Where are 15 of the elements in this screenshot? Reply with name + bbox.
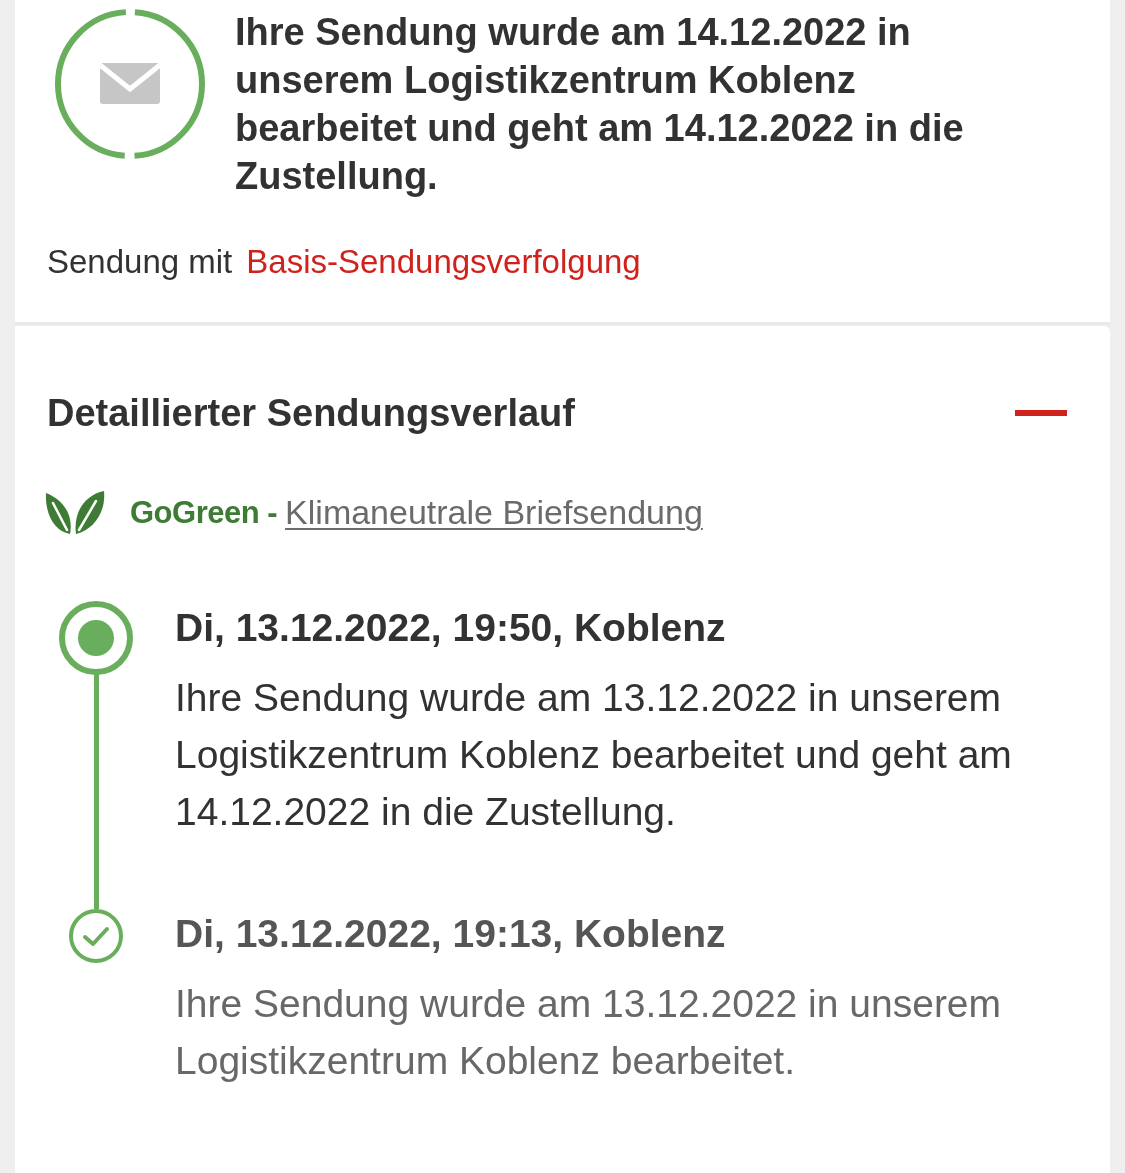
service-link[interactable]: Basis-Sendungsverfolgung [246, 240, 641, 284]
leaves-icon [45, 490, 105, 535]
status-message: Ihre Sendung wurde am 14.12.2022 in unserem Logistikzentrum Koblenz bearbeitet und geht am 14.12.2022 in die Zustellung. [235, 10, 965, 199]
minus-icon[interactable] [1015, 410, 1067, 416]
event-heading: Di, 13.12.2022, 19:13, Koblenz [175, 911, 727, 957]
check-circle-icon [69, 909, 123, 963]
service-label: Sendung mit [47, 242, 233, 282]
event-heading: Di, 13.12.2022, 19:50, Koblenz [175, 605, 727, 651]
event-description: Ihre Sendung wurde am 13.12.2022 in unserem Logistikzentrum Koblenz bearbeitet und geht am 14.12.2022 in die Zustellung. [175, 675, 1013, 835]
gogreen-link[interactable]: Klimaneutrale Briefsendung [285, 493, 703, 532]
gogreen-label: GoGreen - [130, 494, 278, 531]
section-title: Detaillierter Sendungsverlauf [47, 391, 575, 436]
event-description: Ihre Sendung wurde am 13.12.2022 in unserem Logistikzentrum Koblenz bearbeitet. [175, 981, 1003, 1084]
timeline-dot-icon [59, 601, 133, 675]
envelope-ring-icon [54, 8, 206, 160]
